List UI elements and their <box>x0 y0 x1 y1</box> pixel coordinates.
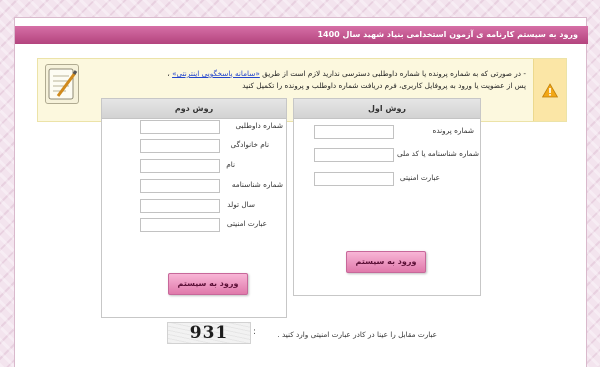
method2-row-idnumber: شماره شناسنامه <box>140 179 283 193</box>
method2-login-button[interactable]: ورود به سیستم <box>168 273 248 295</box>
method1-title: روش اول <box>294 99 480 119</box>
notice-text: - در صورتی که به شماره پرونده یا شماره د… <box>96 68 526 92</box>
method2-title: روش دوم <box>102 99 286 119</box>
last-name-label: نام خانوادگی <box>230 140 269 149</box>
file-number-label: شماره پرونده <box>432 126 475 135</box>
id-number-label: شماره شناسنامه <box>231 180 283 189</box>
candidate-number-input[interactable] <box>140 120 220 134</box>
method2-row-firstname: نام <box>140 159 283 173</box>
method2-captcha-input[interactable] <box>140 218 220 232</box>
id-number-input[interactable] <box>140 179 220 193</box>
last-name-input[interactable] <box>140 139 220 153</box>
warning-icon-box <box>533 59 566 121</box>
notice-line2: پس از عضویت یا ورود به پروفایل کاربری، ف… <box>242 81 526 90</box>
file-number-input[interactable] <box>314 125 394 139</box>
captcha-image: 931 <box>167 322 251 344</box>
method2-captcha-label: عبارت امنیتی <box>226 219 267 228</box>
national-id-label: شماره شناسنامه یا کد ملی <box>396 149 479 158</box>
captcha-separator: : <box>253 327 257 337</box>
warning-icon <box>542 82 558 97</box>
method2-row-lastname: نام خانوادگی <box>140 139 283 153</box>
method2-panel: روش دوم شماره داوطلبی نام خانوادگی نام ش… <box>101 98 287 318</box>
method1-row-captcha: عبارت امنیتی <box>314 172 474 186</box>
method1-panel: روش اول شماره پرونده شماره شناسنامه یا ک… <box>293 98 481 296</box>
page-title: ورود به سیستم کارنامه ی آزمون استخدامی ب… <box>15 26 588 44</box>
method2-row-captcha: عبارت امنیتی <box>140 218 283 232</box>
first-name-input[interactable] <box>140 159 220 173</box>
notepad-icon <box>45 64 79 104</box>
notice-line1-prefix: - در صورتی که به شماره پرونده یا شماره د… <box>259 69 526 78</box>
support-system-link[interactable]: «سامانه پاسخگویی اینترنتی» <box>172 69 260 78</box>
method1-row-file: شماره پرونده <box>314 125 474 139</box>
method1-captcha-input[interactable] <box>314 172 394 186</box>
method1-login-button[interactable]: ورود به سیستم <box>346 251 426 273</box>
birth-year-label: سال تولد <box>227 200 255 209</box>
national-id-input[interactable] <box>314 148 394 162</box>
method1-row-national-id: شماره شناسنامه یا کد ملی <box>314 148 479 162</box>
method1-captcha-label: عبارت امنیتی <box>399 173 440 182</box>
candidate-number-label: شماره داوطلبی <box>235 121 283 130</box>
method2-row-candidate: شماره داوطلبی <box>140 120 283 134</box>
captcha-instruction: عبارت مقابل را عینا در کادر عبارت امنیتی… <box>277 330 437 339</box>
birth-year-input[interactable] <box>140 199 220 213</box>
method2-row-birthyear: سال تولد <box>140 199 283 213</box>
first-name-label: نام <box>226 160 235 169</box>
